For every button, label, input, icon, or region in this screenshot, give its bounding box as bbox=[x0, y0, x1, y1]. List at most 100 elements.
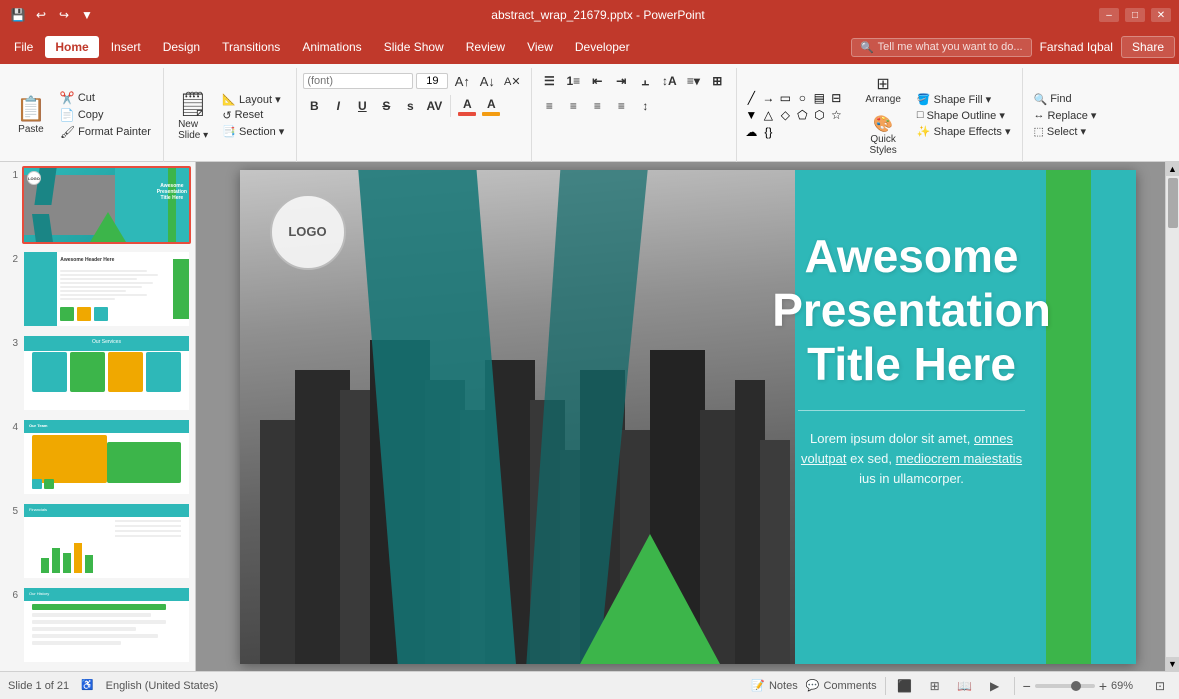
new-slide-button[interactable]: 🗒 NewSlide ▾ bbox=[170, 86, 216, 145]
minimize-button[interactable]: – bbox=[1099, 8, 1119, 22]
menu-animations[interactable]: Animations bbox=[292, 36, 371, 58]
customize-qat-button[interactable]: ▼ bbox=[77, 5, 97, 25]
menu-insert[interactable]: Insert bbox=[101, 36, 151, 58]
search-box[interactable]: 🔍 Tell me what you want to do... bbox=[851, 38, 1032, 57]
shape-scroll[interactable]: ⊟ bbox=[828, 90, 844, 106]
replace-button[interactable]: ↔Replace ▾ bbox=[1029, 108, 1100, 123]
menu-view[interactable]: View bbox=[517, 36, 563, 58]
slide-thumbnail-6[interactable]: 6 Our History bbox=[4, 586, 191, 664]
slideshow-button[interactable]: ▶ bbox=[984, 675, 1006, 697]
zoom-area[interactable]: − + 69% bbox=[1023, 678, 1141, 694]
shape-hex[interactable]: ⬡ bbox=[811, 107, 827, 123]
font-size-input[interactable] bbox=[416, 73, 448, 89]
notes-button[interactable]: 📝 Notes bbox=[751, 679, 797, 692]
align-justify-button[interactable]: ≡ bbox=[610, 95, 632, 117]
scroll-thumb[interactable] bbox=[1168, 178, 1178, 228]
menu-slideshow[interactable]: Slide Show bbox=[374, 36, 454, 58]
highlight-button[interactable]: A bbox=[480, 95, 502, 117]
menu-design[interactable]: Design bbox=[153, 36, 210, 58]
shape-cloud[interactable]: ☁ bbox=[743, 124, 759, 140]
increase-indent-button[interactable]: ⇥ bbox=[610, 70, 632, 92]
accessibility-icon[interactable]: ♿ bbox=[81, 680, 93, 691]
shape-effects-button[interactable]: ✨Shape Effects ▾ bbox=[913, 124, 1015, 139]
smartart-button[interactable]: ⊞ bbox=[706, 70, 728, 92]
slide-img-6[interactable]: Our History bbox=[22, 586, 191, 664]
normal-view-button[interactable]: ⬛ bbox=[894, 675, 916, 697]
paste-button[interactable]: 📋 Paste bbox=[8, 91, 54, 139]
cut-button[interactable]: ✂️Cut bbox=[56, 90, 155, 106]
quick-styles-button[interactable]: 🎨QuickStyles bbox=[857, 110, 909, 160]
slide-sorter-button[interactable]: ⊞ bbox=[924, 675, 946, 697]
slide-thumbnail-4[interactable]: 4 Our Team bbox=[4, 418, 191, 496]
canvas-area[interactable]: ▲ ▼ bbox=[196, 162, 1179, 671]
slide-img-5[interactable]: Financials bbox=[22, 502, 191, 580]
zoom-thumb[interactable] bbox=[1071, 681, 1081, 691]
menu-review[interactable]: Review bbox=[456, 36, 515, 58]
decrease-font-button[interactable]: A↓ bbox=[476, 70, 498, 92]
bullets-button[interactable]: ☰ bbox=[538, 70, 560, 92]
reset-button[interactable]: ↺Reset bbox=[218, 108, 288, 123]
shape-bracket[interactable]: {} bbox=[760, 124, 776, 140]
slide-img-1[interactable]: LOGO AwesomePresentationTitle Here bbox=[22, 166, 191, 244]
slide-thumbnail-5[interactable]: 5 Financials bbox=[4, 502, 191, 580]
reading-view-button[interactable]: 📖 bbox=[954, 675, 976, 697]
menu-transitions[interactable]: Transitions bbox=[212, 36, 290, 58]
underline-button[interactable]: U bbox=[351, 95, 373, 117]
increase-font-button[interactable]: A↑ bbox=[451, 70, 473, 92]
shape-rect[interactable]: ▭ bbox=[777, 90, 793, 106]
select-button[interactable]: ⬚Select ▾ bbox=[1029, 124, 1100, 139]
scroll-track[interactable] bbox=[1166, 176, 1179, 657]
vertical-scrollbar[interactable]: ▲ ▼ bbox=[1165, 162, 1179, 671]
font-color-button[interactable]: A bbox=[456, 95, 478, 117]
character-spacing-button[interactable]: AV bbox=[423, 95, 445, 117]
arrange-button[interactable]: ⊞Arrange bbox=[857, 70, 909, 109]
slide-panel[interactable]: 1 LOGO AwesomePresentationTitle Here 2 bbox=[0, 162, 196, 671]
format-painter-button[interactable]: 🖌Format Painter bbox=[56, 124, 155, 140]
strikethrough-button[interactable]: S bbox=[375, 95, 397, 117]
numbering-button[interactable]: 1≡ bbox=[562, 70, 584, 92]
bold-button[interactable]: B bbox=[303, 95, 325, 117]
decrease-indent-button[interactable]: ⇤ bbox=[586, 70, 608, 92]
shape-star[interactable]: ☆ bbox=[828, 107, 844, 123]
redo-button[interactable]: ↪ bbox=[54, 5, 74, 25]
zoom-out-button[interactable]: − bbox=[1023, 678, 1031, 694]
maximize-button[interactable]: □ bbox=[1125, 8, 1145, 22]
share-button[interactable]: Share bbox=[1121, 36, 1175, 58]
shape-diamond[interactable]: ◇ bbox=[777, 107, 793, 123]
fit-slide-button[interactable]: ⊡ bbox=[1149, 675, 1171, 697]
shape-tri[interactable]: △ bbox=[760, 107, 776, 123]
align-text-button[interactable]: ≡▾ bbox=[682, 70, 704, 92]
shape-down[interactable]: ▼ bbox=[743, 107, 759, 123]
font-name-input[interactable] bbox=[303, 73, 413, 89]
shape-outline-button[interactable]: □Shape Outline ▾ bbox=[913, 108, 1015, 123]
slide-thumbnail-3[interactable]: 3 Our Services bbox=[4, 334, 191, 412]
layout-button[interactable]: 📐Layout ▾ bbox=[218, 92, 288, 107]
slide-img-4[interactable]: Our Team bbox=[22, 418, 191, 496]
clear-format-button[interactable]: A✕ bbox=[501, 70, 523, 92]
italic-button[interactable]: I bbox=[327, 95, 349, 117]
text-shadow-button[interactable]: s bbox=[399, 95, 421, 117]
slide-img-2[interactable]: Awesome Header Here bbox=[22, 250, 191, 328]
shape-fill-button[interactable]: 🪣Shape Fill ▾ bbox=[913, 92, 1015, 107]
align-left-button[interactable]: ≡ bbox=[538, 95, 560, 117]
align-right-button[interactable]: ≡ bbox=[586, 95, 608, 117]
shape-more[interactable]: ▤ bbox=[811, 90, 827, 106]
menu-developer[interactable]: Developer bbox=[565, 36, 640, 58]
section-button[interactable]: 📑Section ▾ bbox=[218, 124, 288, 139]
text-direction-button[interactable]: ↕A bbox=[658, 70, 680, 92]
slide-thumbnail-1[interactable]: 1 LOGO AwesomePresentationTitle Here bbox=[4, 166, 191, 244]
comments-button[interactable]: 💬 Comments bbox=[806, 679, 877, 692]
menu-file[interactable]: File bbox=[4, 36, 43, 58]
menu-home[interactable]: Home bbox=[45, 36, 98, 58]
scroll-up-button[interactable]: ▲ bbox=[1166, 162, 1179, 176]
copy-button[interactable]: 📄Copy bbox=[56, 107, 155, 123]
line-spacing-button[interactable]: ↕ bbox=[634, 95, 656, 117]
columns-button[interactable]: ⫠ bbox=[634, 70, 656, 92]
zoom-slider[interactable] bbox=[1035, 684, 1095, 688]
slide-thumbnail-2[interactable]: 2 Awesome Header Here bbox=[4, 250, 191, 328]
scroll-down-button[interactable]: ▼ bbox=[1166, 657, 1179, 671]
shape-arrow[interactable]: → bbox=[760, 90, 776, 106]
quick-access-toolbar[interactable]: 💾 ↩ ↪ ▼ bbox=[8, 5, 97, 25]
zoom-in-button[interactable]: + bbox=[1099, 678, 1107, 694]
window-controls[interactable]: – □ ✕ bbox=[1099, 8, 1171, 22]
